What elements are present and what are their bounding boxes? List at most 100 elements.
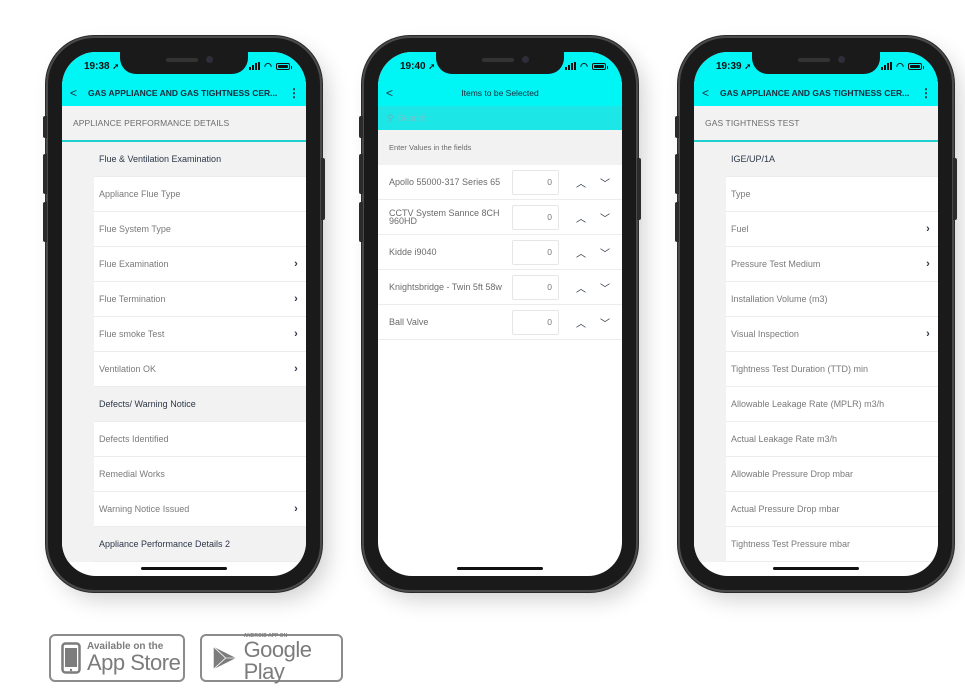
list-item[interactable]: Installation Volume (m3) — [694, 282, 938, 317]
back-icon[interactable]: < — [70, 86, 88, 100]
list-item[interactable]: Tightness Test Pressure mbar — [694, 527, 938, 562]
page-title: GAS APPLIANCE AND GAS TIGHTNESS CER... — [720, 88, 910, 98]
chevron-right-icon: › — [294, 293, 298, 305]
google-play-badge[interactable]: ANDROID APP ON Google Play — [200, 633, 343, 684]
quantity-input[interactable] — [512, 274, 559, 300]
volume-up-button — [43, 154, 47, 194]
more-menu-icon[interactable]: ⋮ — [288, 87, 300, 99]
increment-chevron-up-icon[interactable]: ︿ — [569, 280, 593, 295]
items-list: Apollo 55000-317 Series 65︿﹀CCTV System … — [378, 165, 622, 340]
back-icon[interactable]: < — [702, 86, 720, 100]
page-title: Items to be Selected — [461, 88, 539, 98]
list-group-header: Appliance Performance Details 2 — [62, 527, 306, 562]
wifi-icon: ◠ — [896, 61, 904, 71]
home-indicator[interactable] — [773, 567, 859, 570]
decrement-chevron-down-icon[interactable]: ﹀ — [593, 210, 617, 225]
location-icon: ➚ — [744, 61, 752, 71]
list-group-header: Flue & Ventilation Examination — [62, 142, 306, 177]
location-icon: ➚ — [428, 61, 436, 71]
mute-switch — [359, 116, 363, 138]
list-item[interactable]: Visual Inspection › — [694, 317, 938, 352]
list-item[interactable]: Flue Examination › — [62, 247, 306, 282]
list-item-label: Appliance Flue Type — [99, 189, 181, 199]
chevron-right-icon: › — [294, 258, 298, 270]
app-bar: < GAS APPLIANCE AND GAS TIGHTNESS CER...… — [694, 80, 938, 106]
list-item-label: Flue Termination — [99, 294, 166, 304]
list-item[interactable]: Appliance Flue Type — [62, 177, 306, 212]
search-input[interactable]: ⚲ Search — [378, 106, 622, 130]
item-row: Knightsbridge - Twin 5ft 58w ︿﹀ — [378, 270, 622, 305]
list-item[interactable]: Flue System Type — [62, 212, 306, 247]
app-store-badge[interactable]: Available on the App Store — [49, 634, 185, 682]
list-item-label: IGE/UP/1A — [731, 154, 776, 164]
item-name: Apollo 55000-317 Series 65 — [389, 176, 501, 187]
signal-icon — [565, 62, 577, 70]
list-item[interactable]: Remedial Works — [62, 457, 306, 492]
screen: 19:40 ➚ ◠ < Items to be Selected ⚲ Searc… — [378, 52, 622, 576]
home-indicator[interactable] — [457, 567, 543, 570]
decrement-chevron-down-icon[interactable]: ﹀ — [593, 315, 617, 330]
app-bar: < Items to be Selected — [378, 80, 622, 106]
list-item[interactable]: Tightness Test Duration (TTD) min — [694, 352, 938, 387]
status-time: 19:39 — [716, 60, 742, 72]
power-button — [321, 158, 325, 220]
item-name: CCTV System Sannce 8CH 960HD — [389, 207, 500, 226]
list-item[interactable]: Pressure Test Medium › — [694, 247, 938, 282]
form-list: IGE/UP/1A Type Fuel › Pressure Test Medium › I… — [694, 142, 938, 562]
list-item[interactable]: Flue Termination › — [62, 282, 306, 317]
quantity-input[interactable] — [512, 309, 559, 335]
google-play-big-text: Google Play — [243, 637, 312, 684]
list-item[interactable]: Defects Identified — [62, 422, 306, 457]
item-name: Ball Valve — [389, 316, 429, 327]
mute-switch — [43, 116, 47, 138]
increment-chevron-up-icon[interactable]: ︿ — [569, 175, 593, 190]
power-button — [953, 158, 957, 220]
list-item-label: Flue & Ventilation Examination — [99, 154, 222, 164]
decrement-chevron-down-icon[interactable]: ﹀ — [593, 175, 617, 190]
item-name: Knightsbridge - Twin 5ft 58w — [389, 281, 502, 292]
quantity-input[interactable] — [512, 169, 559, 195]
increment-chevron-up-icon[interactable]: ︿ — [569, 210, 593, 225]
list-item[interactable]: Warning Notice Issued › — [62, 492, 306, 527]
search-placeholder: Search — [397, 113, 427, 123]
quantity-input[interactable] — [512, 204, 559, 230]
increment-chevron-up-icon[interactable]: ︿ — [569, 315, 593, 330]
battery-icon — [908, 62, 924, 70]
wifi-icon: ◠ — [580, 61, 588, 71]
chevron-right-icon: › — [926, 223, 930, 235]
volume-down-button — [675, 202, 679, 242]
more-menu-icon[interactable]: ⋮ — [920, 87, 932, 99]
increment-chevron-up-icon[interactable]: ︿ — [569, 245, 593, 260]
search-bar: ⚲ Search — [378, 106, 622, 130]
back-icon[interactable]: < — [386, 86, 404, 100]
phone-items-selection: 19:40 ➚ ◠ < Items to be Selected ⚲ Searc… — [359, 38, 641, 590]
list-item-label: Appliance Performance Details 2 — [99, 539, 231, 549]
home-indicator[interactable] — [141, 567, 227, 570]
list-item[interactable]: Allowable Leakage Rate (MPLR) m3/h — [694, 387, 938, 422]
quantity-input[interactable] — [512, 239, 559, 265]
search-icon: ⚲ — [387, 112, 394, 123]
list-item-label: Allowable Pressure Drop mbar — [731, 469, 854, 479]
list-item-label: Ventilation OK — [99, 364, 157, 374]
list-item-label: Remedial Works — [99, 469, 165, 479]
decrement-chevron-down-icon[interactable]: ﹀ — [593, 245, 617, 260]
item-row: CCTV System Sannce 8CH 960HD ︿﹀ — [378, 200, 622, 235]
list-item[interactable]: Fuel › — [694, 212, 938, 247]
power-button — [637, 158, 641, 220]
list-item-label: Defects/ Warning Notice — [99, 399, 196, 409]
list-item[interactable]: Actual Leakage Rate m3/h — [694, 422, 938, 457]
list-item[interactable]: Type — [694, 177, 938, 212]
list-item[interactable]: Allowable Pressure Drop mbar — [694, 457, 938, 492]
list-item[interactable]: Actual Pressure Drop mbar — [694, 492, 938, 527]
item-row: Kidde i9040 ︿﹀ — [378, 235, 622, 270]
list-item-label: Installation Volume (m3) — [731, 294, 828, 304]
list-item[interactable]: Ventilation OK › — [62, 352, 306, 387]
list-item[interactable]: Flue smoke Test › — [62, 317, 306, 352]
list-item-label: Actual Leakage Rate m3/h — [731, 434, 838, 444]
list-item-label: Warning Notice Issued — [99, 504, 190, 514]
screen: 19:38 ➚ ◠ < GAS APPLIANCE AND GAS TIGHTN… — [62, 52, 306, 576]
list-group-header: Defects/ Warning Notice — [62, 387, 306, 422]
notch — [436, 52, 564, 74]
list-item-label: Flue Examination — [99, 259, 169, 269]
decrement-chevron-down-icon[interactable]: ﹀ — [593, 280, 617, 295]
